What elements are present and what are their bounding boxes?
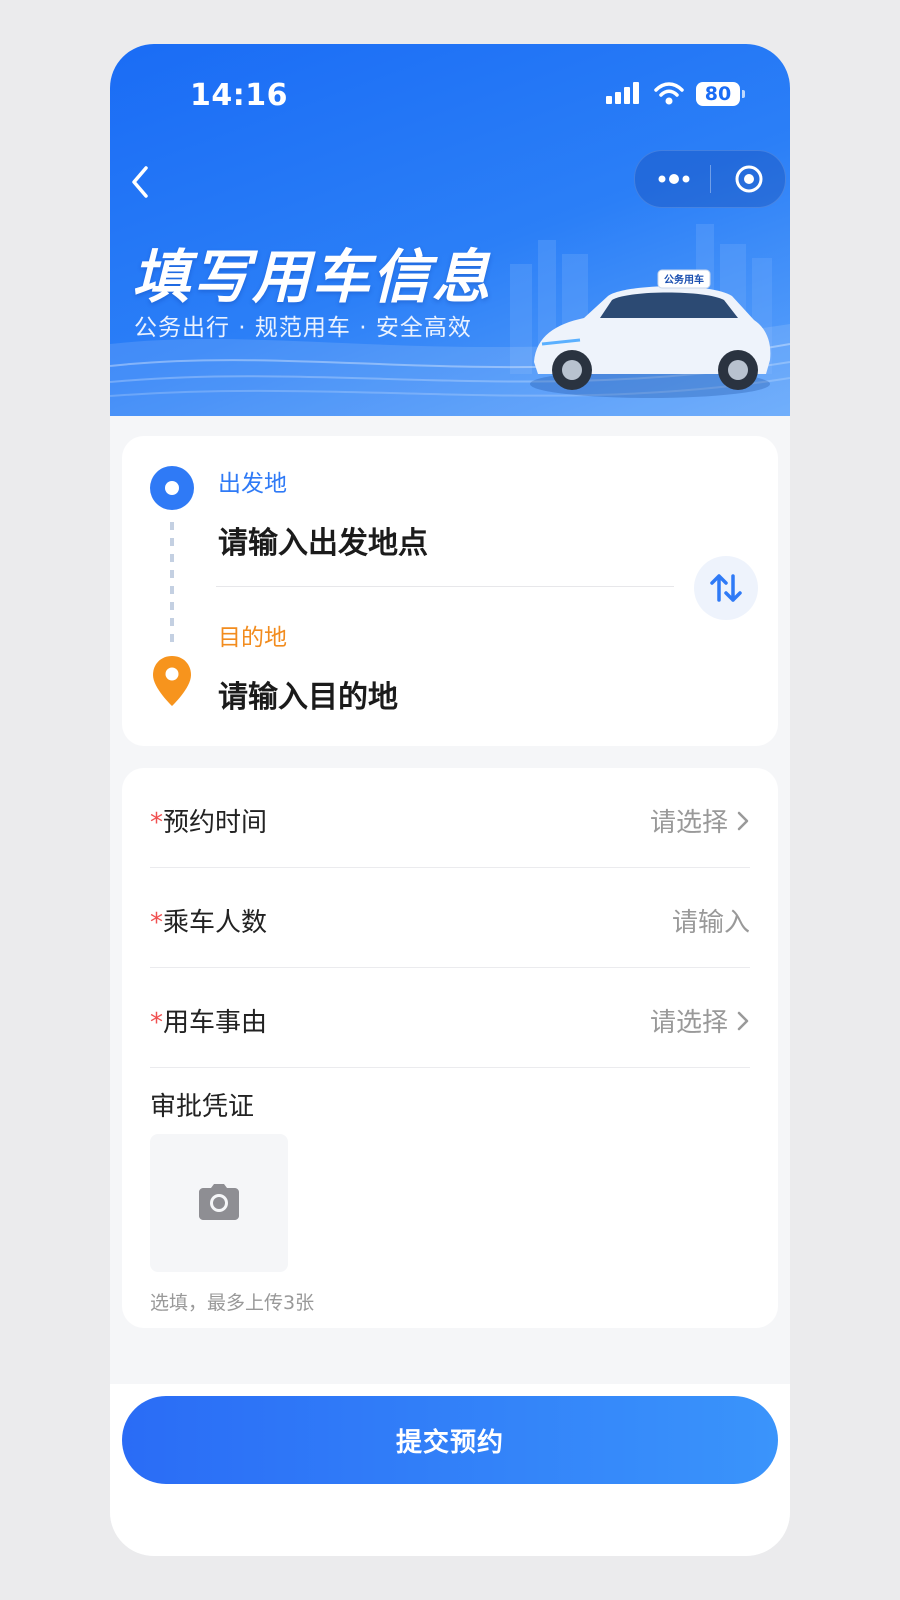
passenger-count-label: *乘车人数 — [150, 902, 267, 939]
purpose-text: 用车事由 — [163, 1008, 268, 1038]
car-roof-sign: 公务用车 — [664, 273, 704, 286]
chevron-right-icon — [737, 1011, 749, 1030]
more-dots-icon[interactable] — [657, 165, 691, 193]
bottom-action-bar: 提交预约 — [110, 1384, 790, 1556]
swap-arrows-icon — [710, 574, 742, 602]
camera-icon — [199, 1184, 239, 1220]
required-mark: * — [150, 808, 163, 838]
back-arrow-icon[interactable] — [122, 160, 162, 204]
required-mark: * — [150, 1008, 163, 1038]
phone-frame: 公务用车 14:16 80 填写用车信息 公务出行 · 规范用车 · 安全高效 … — [110, 44, 790, 1556]
reservation-time-picker[interactable]: 请选择 — [650, 802, 750, 839]
destination-label: 目的地 — [218, 625, 287, 651]
form-row-purpose[interactable]: *用车事由 请选择 — [150, 968, 750, 1068]
route-connector — [170, 522, 174, 642]
swap-button[interactable] — [694, 556, 758, 620]
purpose-label: *用车事由 — [150, 1002, 267, 1039]
route-card: 出发地 请输入出发地点 目的地 请输入目的地 — [122, 436, 778, 746]
mini-program-capsule — [634, 150, 786, 208]
page-subtitle: 公务出行 · 规范用车 · 安全高效 — [134, 315, 472, 341]
origin-dot-icon — [150, 466, 194, 510]
destination-input[interactable]: 请输入目的地 — [218, 672, 398, 716]
reservation-time-text: 预约时间 — [163, 808, 268, 838]
submit-reservation-button[interactable]: 提交预约 — [122, 1396, 778, 1484]
passenger-count-text: 乘车人数 — [163, 908, 268, 938]
origin-label: 出发地 — [218, 471, 287, 497]
origin-input[interactable]: 请输入出发地点 — [218, 518, 428, 562]
passenger-count-input[interactable]: 请输入 — [672, 902, 750, 939]
purpose-value: 请选择 — [649, 1008, 728, 1038]
upload-hint: 选填，最多上传3张 — [150, 1292, 315, 1314]
booking-form-card: *预约时间 请选择 *乘车人数 请输入 *用车事由 请选择 审批凭证 选填，最多… — [122, 768, 778, 1328]
upload-photo-button[interactable] — [150, 1134, 288, 1272]
capsule-divider — [710, 165, 711, 193]
reservation-time-value: 请选择 — [649, 808, 728, 838]
wifi-icon — [654, 82, 684, 105]
status-time: 14:16 — [190, 78, 288, 113]
purpose-picker[interactable]: 请选择 — [650, 1002, 750, 1039]
form-row-reservation-time[interactable]: *预约时间 请选择 — [150, 768, 750, 868]
chevron-right-icon — [737, 811, 749, 830]
destination-pin-icon — [153, 656, 191, 706]
header-banner: 公务用车 14:16 80 填写用车信息 公务出行 · 规范用车 · 安全高效 — [110, 44, 790, 416]
battery-indicator: 80 — [696, 82, 745, 106]
reservation-time-label: *预约时间 — [150, 802, 267, 839]
approval-proof-label: 审批凭证 — [150, 1092, 255, 1122]
passenger-count-value: 请输入 — [671, 908, 750, 938]
status-indicators: 80 — [606, 80, 745, 108]
row-divider — [150, 1067, 750, 1068]
close-target-icon[interactable] — [733, 163, 765, 195]
route-divider — [216, 586, 674, 587]
required-mark: * — [150, 908, 163, 938]
signal-icon — [606, 82, 639, 104]
form-row-passenger-count[interactable]: *乘车人数 请输入 — [150, 868, 750, 968]
page-title: 填写用车信息 — [132, 243, 493, 311]
